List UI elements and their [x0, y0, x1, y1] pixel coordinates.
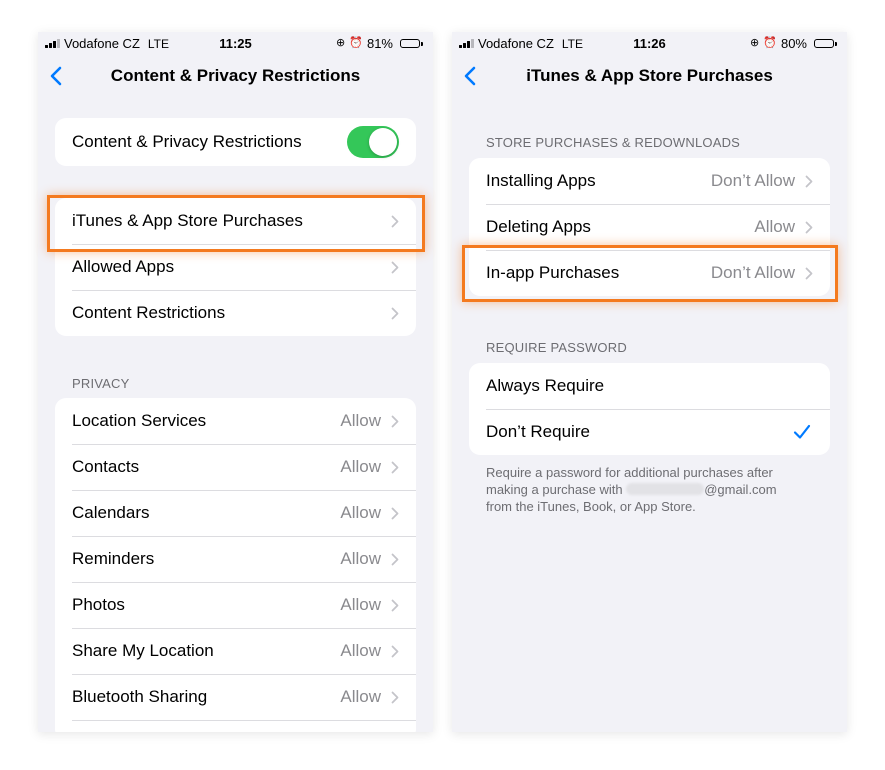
row-label: Calendars	[72, 503, 150, 522]
store-purchases-section-header: STORE PURCHASES & REDOWNLOADS	[486, 135, 741, 150]
content-privacy-screen: Vodafone CZ LTE 11:25 ⊕ ⏰ 81% Content & …	[38, 32, 433, 732]
share-my-location-row[interactable]: Share My Location Allow	[55, 628, 416, 674]
toggle-knob	[369, 128, 397, 156]
chevron-right-icon	[391, 461, 399, 473]
photos-row[interactable]: Photos Allow	[55, 582, 416, 628]
footer-line-2-suffix: @gmail.com	[704, 482, 777, 497]
battery-percent: 81%	[366, 36, 393, 51]
row-value: Allow	[340, 687, 381, 706]
chevron-right-icon	[391, 645, 399, 657]
navigation-bar: iTunes & App Store Purchases	[452, 62, 847, 92]
navigation-bar: Content & Privacy Restrictions	[38, 62, 433, 92]
status-indicators: ⊕ ⏰ 80%	[750, 36, 837, 51]
chevron-right-icon	[391, 691, 399, 703]
row-label: Contacts	[72, 457, 140, 476]
status-bar: Vodafone CZ LTE 11:26 ⊕ ⏰ 80%	[452, 32, 847, 54]
row-value: Allow	[340, 641, 381, 660]
row-label: Installing Apps	[486, 171, 596, 190]
require-password-group: Always Require Don’t Require	[469, 363, 830, 455]
privacy-group: Location Services Allow Contacts Allow C…	[55, 398, 416, 732]
chevron-right-icon	[391, 307, 399, 319]
row-label: Photos	[72, 595, 125, 614]
page-title: iTunes & App Store Purchases	[526, 66, 773, 85]
bluetooth-sharing-row[interactable]: Bluetooth Sharing Allow	[55, 674, 416, 720]
row-label: Don’t Require	[486, 422, 590, 441]
always-require-row[interactable]: Always Require	[469, 363, 830, 409]
next-privacy-row-partial	[55, 720, 416, 732]
content-restrictions-row[interactable]: Content Restrictions	[55, 290, 416, 336]
require-password-section-header: REQUIRE PASSWORD	[486, 340, 627, 355]
in-app-purchases-row[interactable]: In-app Purchases Don’t Allow	[469, 250, 830, 296]
footer-line-3: from the iTunes, Book, or App Store.	[486, 499, 696, 514]
alarm-clock-icon: ⏰	[349, 37, 363, 49]
row-value: Allow	[340, 595, 381, 614]
installing-apps-row[interactable]: Installing Apps Don’t Allow	[469, 158, 830, 204]
chevron-right-icon	[805, 175, 813, 187]
store-settings-group: iTunes & App Store Purchases Allowed App…	[55, 198, 416, 336]
chevron-right-icon	[391, 599, 399, 611]
footer-line-1: Require a password for additional purcha…	[486, 465, 773, 480]
chevron-right-icon	[391, 553, 399, 565]
alarm-clock-icon: ⏰	[763, 37, 777, 49]
master-toggle-group: Content & Privacy Restrictions	[55, 118, 416, 166]
row-value: Allow	[340, 549, 381, 568]
row-value: Don’t Allow	[710, 171, 795, 190]
row-label: Always Require	[486, 376, 605, 395]
row-label: Bluetooth Sharing	[72, 687, 208, 706]
orientation-lock-icon: ⊕	[750, 37, 760, 49]
chevron-right-icon	[391, 507, 399, 519]
privacy-section-header: PRIVACY	[72, 376, 130, 391]
redacted-email	[626, 483, 705, 495]
row-value: Allow	[340, 457, 381, 476]
battery-icon	[814, 39, 837, 48]
reminders-row[interactable]: Reminders Allow	[55, 536, 416, 582]
chevron-right-icon	[805, 221, 813, 233]
contacts-row[interactable]: Contacts Allow	[55, 444, 416, 490]
row-value: Allow	[754, 217, 795, 236]
itunes-app-store-purchases-row[interactable]: iTunes & App Store Purchases	[55, 198, 416, 244]
status-bar: Vodafone CZ LTE 11:25 ⊕ ⏰ 81%	[38, 32, 433, 54]
row-label: iTunes & App Store Purchases	[72, 211, 303, 230]
chevron-right-icon	[391, 415, 399, 427]
content-privacy-toggle[interactable]	[347, 126, 399, 158]
row-value: Allow	[340, 503, 381, 522]
orientation-lock-icon: ⊕	[336, 37, 346, 49]
row-value: Allow	[340, 411, 381, 430]
allowed-apps-row[interactable]: Allowed Apps	[55, 244, 416, 290]
status-indicators: ⊕ ⏰ 81%	[336, 36, 423, 51]
deleting-apps-row[interactable]: Deleting Apps Allow	[469, 204, 830, 250]
row-label: Content Restrictions	[72, 303, 226, 322]
row-label: Location Services	[72, 411, 207, 430]
row-value: Don’t Allow	[710, 263, 795, 282]
row-label: Reminders	[72, 549, 155, 568]
row-label: Content & Privacy Restrictions	[72, 132, 302, 151]
itunes-app-store-purchases-screen: Vodafone CZ LTE 11:26 ⊕ ⏰ 80% iTunes & A…	[452, 32, 847, 732]
chevron-right-icon	[805, 267, 813, 279]
footer-line-2: making a purchase with @gmail.com	[486, 481, 811, 498]
row-label: In-app Purchases	[486, 263, 620, 282]
chevron-right-icon	[391, 261, 399, 273]
row-label: Allowed Apps	[72, 257, 175, 276]
dont-require-row[interactable]: Don’t Require	[469, 409, 830, 455]
calendars-row[interactable]: Calendars Allow	[55, 490, 416, 536]
content-privacy-restrictions-row[interactable]: Content & Privacy Restrictions	[55, 118, 416, 166]
row-label: Deleting Apps	[486, 217, 591, 236]
checkmark-icon	[793, 424, 811, 439]
chevron-right-icon	[391, 215, 399, 227]
battery-percent: 80%	[780, 36, 807, 51]
page-title: Content & Privacy Restrictions	[110, 66, 361, 85]
battery-icon	[400, 39, 423, 48]
store-purchases-group: Installing Apps Don’t Allow Deleting App…	[469, 158, 830, 296]
row-label: Share My Location	[72, 641, 214, 660]
password-footer-note: Require a password for additional purcha…	[486, 464, 811, 515]
location-services-row[interactable]: Location Services Allow	[55, 398, 416, 444]
footer-line-2-prefix: making a purchase with	[486, 482, 627, 497]
